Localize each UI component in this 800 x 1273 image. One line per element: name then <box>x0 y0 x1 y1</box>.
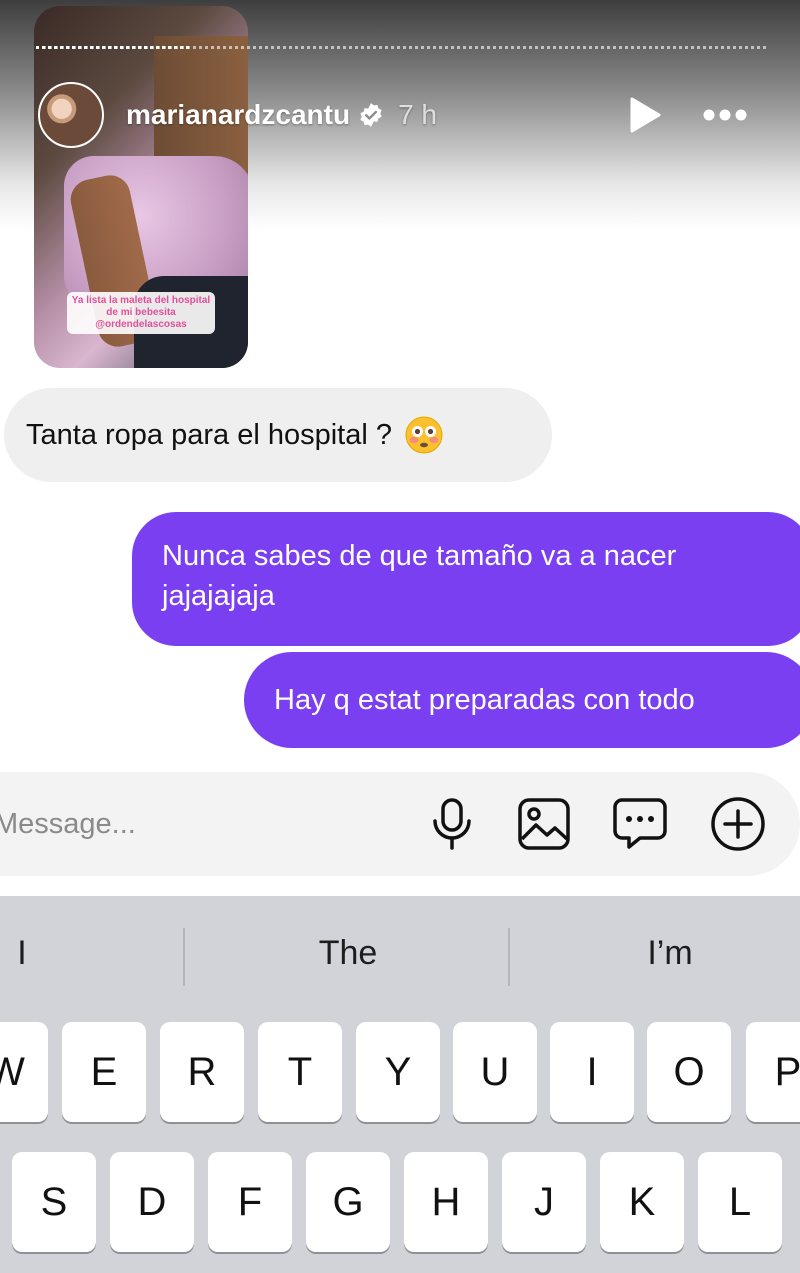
key-h[interactable]: H <box>404 1152 488 1252</box>
key-j[interactable]: J <box>502 1152 586 1252</box>
key-l[interactable]: L <box>698 1152 782 1252</box>
key-t[interactable]: T <box>258 1022 342 1122</box>
sticker-icon[interactable] <box>612 796 668 852</box>
suggestion-item[interactable]: I <box>0 918 44 988</box>
microphone-icon[interactable] <box>424 796 480 852</box>
plus-circle-icon[interactable] <box>710 796 766 852</box>
key-w[interactable]: W <box>0 1022 48 1122</box>
story-thumbnail[interactable]: Ya lista la maleta del hospital de mi be… <box>34 6 248 368</box>
suggestion-bar: I The I’m <box>0 918 800 988</box>
story-caption: Ya lista la maleta del hospital de mi be… <box>67 292 215 334</box>
key-i[interactable]: I <box>550 1022 634 1122</box>
suggestion-divider <box>183 928 185 986</box>
incoming-message[interactable]: Tanta ropa para el hospital ? <box>4 388 552 482</box>
play-icon[interactable] <box>628 96 662 134</box>
story-timestamp: 7 h <box>398 99 438 130</box>
key-r[interactable]: R <box>160 1022 244 1122</box>
verified-badge-icon <box>358 102 384 128</box>
key-o[interactable]: O <box>647 1022 731 1122</box>
avatar[interactable] <box>38 82 104 148</box>
keyboard: I The I’m W E R T Y U I O P S D F G H J … <box>0 896 800 1273</box>
key-s[interactable]: S <box>12 1152 96 1252</box>
outgoing-message[interactable]: Hay q estat preparadas con todo <box>244 652 800 748</box>
key-d[interactable]: D <box>110 1152 194 1252</box>
suggestion-divider <box>508 928 510 986</box>
message-input[interactable] <box>0 772 394 876</box>
image-icon[interactable] <box>516 796 572 852</box>
story-username[interactable]: marianardzcantu <box>126 99 350 131</box>
key-f[interactable]: F <box>208 1152 292 1252</box>
message-composer <box>0 772 800 876</box>
message-text: Hay q estat preparadas con todo <box>274 684 695 716</box>
story-controls <box>628 96 748 134</box>
outgoing-message[interactable]: Nunca sabes de que tamaño va a nacer jaj… <box>132 512 800 646</box>
story-progress-fill <box>36 46 189 53</box>
key-y[interactable]: Y <box>356 1022 440 1122</box>
key-k[interactable]: K <box>600 1152 684 1252</box>
story-header: marianardzcantu 7 h <box>36 80 766 150</box>
key-p[interactable]: P <box>746 1022 800 1122</box>
suggestion-item[interactable]: The <box>190 918 506 988</box>
message-text: Tanta ropa para el hospital ? <box>26 419 392 451</box>
more-horizontal-icon[interactable] <box>702 108 748 122</box>
suggestion-item[interactable]: I’m <box>540 918 800 988</box>
key-u[interactable]: U <box>453 1022 537 1122</box>
key-e[interactable]: E <box>62 1022 146 1122</box>
flushed-face-emoji-icon <box>404 415 444 455</box>
key-g[interactable]: G <box>306 1152 390 1252</box>
